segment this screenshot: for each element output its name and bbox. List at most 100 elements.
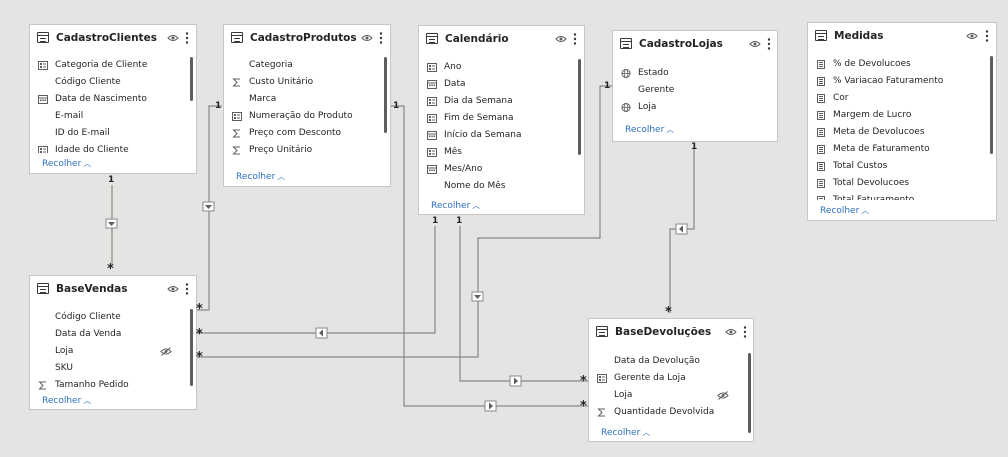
field-row[interactable]: Idade do Cliente — [30, 142, 196, 153]
field-label: Tamanho Pedido — [55, 380, 129, 390]
table-icon — [231, 32, 243, 43]
eye-icon[interactable] — [966, 32, 978, 40]
field-row[interactable]: Loja — [589, 387, 753, 404]
table-title: BaseVendas — [56, 283, 128, 295]
scrollbar[interactable] — [384, 57, 387, 133]
table-card-medidas[interactable]: Medidas % de Devolucoes % Variacao Fatura… — [807, 22, 997, 221]
table-card-base-vendas[interactable]: BaseVendas Código Cliente Data da Venda Lo… — [29, 275, 197, 410]
collapse-link[interactable]: Recolher ︿ — [625, 124, 674, 135]
scrollbar[interactable] — [748, 353, 751, 433]
field-row[interactable]: Quantidade Devolvida — [589, 404, 753, 421]
field-row[interactable]: Código Cliente — [30, 74, 196, 91]
field-row[interactable]: Meta de Faturamento — [808, 141, 996, 158]
table-card-base-devolucoes[interactable]: BaseDevoluções Data da Devolução Gerente … — [588, 318, 754, 442]
field-row[interactable]: Gerente da Loja — [589, 370, 753, 387]
more-options-icon[interactable] — [767, 37, 771, 51]
eye-icon[interactable] — [167, 285, 179, 293]
field-row[interactable]: Início da Semana — [419, 127, 584, 144]
field-row[interactable]: Meta de Devolucoes — [808, 124, 996, 141]
field-list: Ano Data Dia da Semana Fim de Semana Início … — [419, 59, 584, 195]
field-row[interactable]: Total Custos — [808, 158, 996, 175]
field-row[interactable]: E-mail — [30, 108, 196, 125]
field-row[interactable]: Fim de Semana — [419, 110, 584, 127]
scrollbar[interactable] — [190, 57, 193, 101]
cardinality-many-label: * — [196, 327, 203, 342]
field-row[interactable]: Numeração do Produto — [224, 108, 390, 125]
field-row[interactable]: Data — [419, 76, 584, 93]
field-row[interactable]: Preço com Desconto — [224, 125, 390, 142]
cardinality-many-label: * — [196, 350, 203, 365]
more-options-icon[interactable] — [743, 325, 747, 339]
field-row[interactable]: Mês — [419, 144, 584, 161]
hierarchy-icon — [597, 374, 607, 383]
field-row[interactable]: Código Cliente — [30, 309, 196, 326]
table-card-cadastro-clientes[interactable]: CadastroClientes Categoria de Cliente Cód… — [29, 24, 197, 174]
table-title: CadastroProdutos — [250, 32, 357, 44]
field-label: Loja — [55, 346, 74, 356]
cardinality-one-label: 1 — [215, 101, 222, 111]
field-row[interactable]: Loja — [613, 99, 777, 116]
table-card-cadastro-lojas[interactable]: CadastroLojas Estado Gerente Loja Recolher… — [612, 30, 778, 142]
field-label: Cor — [833, 93, 849, 103]
hierarchy-icon — [38, 146, 48, 153]
field-row[interactable]: Dia da Semana — [419, 93, 584, 110]
field-row[interactable]: Marca — [224, 91, 390, 108]
cardinality-one-label: 1 — [108, 175, 115, 185]
more-options-icon[interactable] — [185, 31, 189, 45]
field-row[interactable]: Data da Devolução — [589, 353, 753, 370]
field-row[interactable]: Categoria de Cliente — [30, 57, 196, 74]
more-options-icon[interactable] — [185, 282, 189, 296]
field-label: Total Custos — [833, 161, 888, 171]
field-label: Estado — [638, 68, 669, 78]
eye-icon[interactable] — [167, 34, 179, 42]
field-row[interactable]: Gerente — [613, 82, 777, 99]
more-options-icon[interactable] — [985, 29, 989, 43]
field-row[interactable]: Margem de Lucro — [808, 107, 996, 124]
field-row[interactable]: Total Faturamento — [808, 192, 996, 200]
table-title: CadastroClientes — [56, 32, 157, 44]
field-row[interactable]: % de Devolucoes — [808, 56, 996, 73]
collapse-link[interactable]: Recolher ︿ — [236, 171, 285, 182]
field-row[interactable]: Tamanho Pedido — [30, 377, 196, 394]
field-row[interactable]: Preço Unitário — [224, 142, 390, 159]
field-row[interactable]: Cor — [808, 90, 996, 107]
collapse-link[interactable]: Recolher ︿ — [601, 427, 650, 438]
field-row[interactable]: Nome do Mês — [419, 178, 584, 195]
eye-icon[interactable] — [749, 40, 761, 48]
field-label: Código Cliente — [55, 77, 121, 87]
field-row[interactable]: Mes/Ano — [419, 161, 584, 178]
collapse-link[interactable]: Recolher ︿ — [431, 200, 480, 211]
collapse-link[interactable]: Recolher ︿ — [42, 158, 91, 169]
field-row[interactable]: Data da Venda — [30, 326, 196, 343]
scrollbar[interactable] — [190, 309, 193, 386]
table-card-cadastro-produtos[interactable]: CadastroProdutos Categoria Custo Unitário… — [223, 24, 391, 187]
field-row[interactable]: SKU — [30, 360, 196, 377]
scrollbar[interactable] — [578, 59, 581, 155]
table-card-calendario[interactable]: Calendário Ano Data Dia da Semana Fim de Se… — [418, 25, 585, 215]
field-label: Data de Nascimento — [55, 94, 147, 104]
scrollbar[interactable] — [990, 56, 993, 154]
eye-icon[interactable] — [361, 34, 373, 42]
field-row[interactable]: Custo Unitário — [224, 74, 390, 91]
more-options-icon[interactable] — [573, 32, 577, 46]
field-row[interactable]: Ano — [419, 59, 584, 76]
collapse-link[interactable]: Recolher ︿ — [820, 205, 869, 216]
field-row[interactable]: Data de Nascimento — [30, 91, 196, 108]
field-label: Marca — [249, 94, 277, 104]
field-row[interactable]: Categoria — [224, 57, 390, 74]
eye-icon[interactable] — [725, 328, 737, 336]
field-row[interactable]: Estado — [613, 65, 777, 82]
field-row[interactable]: Total Devolucoes — [808, 175, 996, 192]
field-row[interactable]: Loja — [30, 343, 196, 360]
field-row[interactable]: % Variacao Faturamento — [808, 73, 996, 90]
more-options-icon[interactable] — [379, 31, 383, 45]
chevron-up-icon: ︿ — [277, 172, 286, 181]
field-label: % de Devolucoes — [833, 59, 911, 69]
sigma-icon — [232, 78, 240, 87]
field-label: Preço com Desconto — [249, 128, 342, 138]
field-row[interactable]: ID do E-mail — [30, 125, 196, 142]
eye-icon[interactable] — [555, 35, 567, 43]
field-label: Nome do Mês — [444, 181, 506, 191]
collapse-link[interactable]: Recolher ︿ — [42, 395, 91, 406]
field-label: Loja — [614, 390, 633, 400]
